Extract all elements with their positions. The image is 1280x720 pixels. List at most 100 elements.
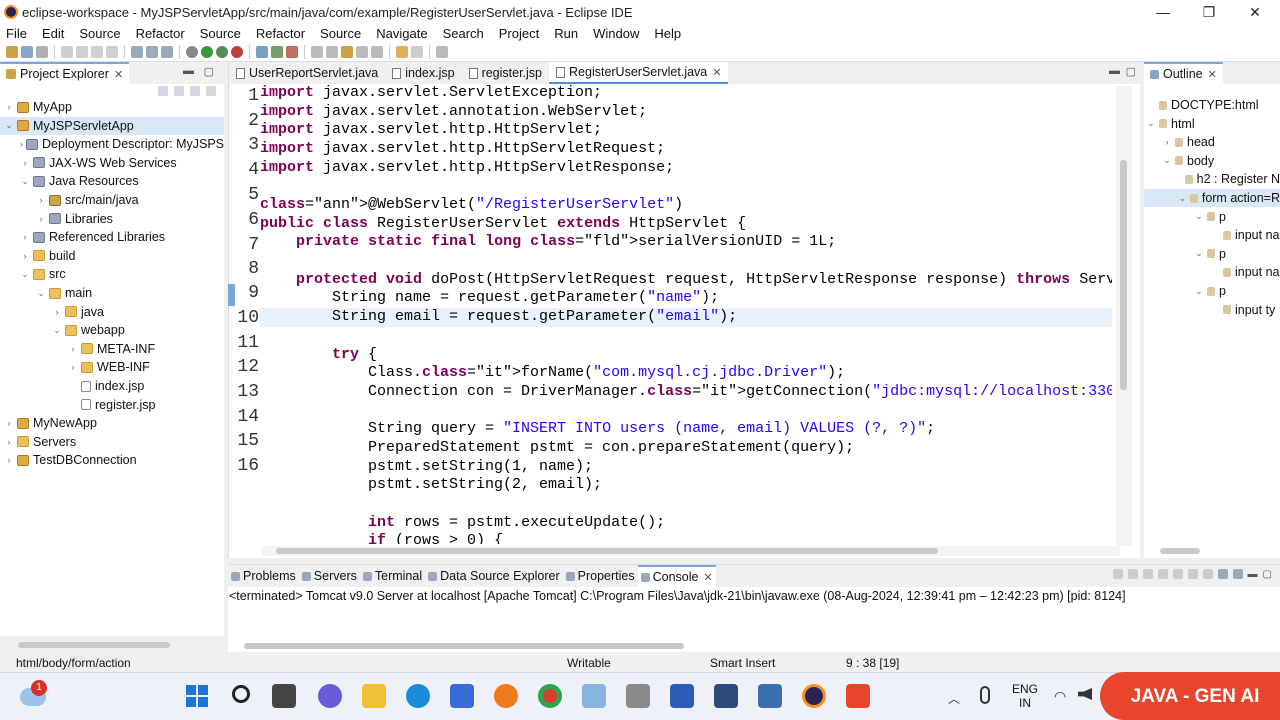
code-editor[interactable]: import javax.servlet.ServletException; im… (0, 0, 1112, 544)
outline-item-label: body (1187, 153, 1215, 168)
code-line[interactable]: import javax.servlet.http.HttpServletRes… (260, 159, 674, 178)
chrome-icon[interactable] (538, 684, 562, 708)
remove-launch-icon[interactable] (1127, 569, 1138, 579)
eclipse-taskbar-icon[interactable] (802, 684, 826, 708)
code-line[interactable]: import javax.servlet.http.HttpServletReq… (260, 140, 665, 159)
code-line[interactable]: pstmt.setString(2, email); (260, 476, 602, 495)
outline-item[interactable]: DOCTYPE:html (1144, 96, 1280, 114)
explorer-hscrollbar[interactable] (18, 642, 170, 648)
code-line[interactable]: public class RegisterUserServlet extends… (260, 215, 746, 234)
code-line[interactable]: import javax.servlet.http.HttpServlet; (260, 121, 602, 140)
restore-button[interactable]: ❐ (1186, 0, 1232, 24)
wifi-icon[interactable]: ◠ (1054, 688, 1066, 705)
teams-chat-icon[interactable] (318, 684, 342, 708)
code-line[interactable]: String email = request.getParameter("ema… (260, 308, 737, 327)
console-hscroll-thumb[interactable] (244, 643, 684, 649)
scroll-lock-icon[interactable] (1172, 569, 1183, 579)
code-line[interactable]: class="ann">@WebServlet("/RegisterUserSe… (260, 196, 683, 215)
twisty-icon[interactable]: › (1162, 137, 1172, 147)
bottom-tab[interactable]: Console ✕ (637, 565, 716, 587)
presentation-icon[interactable] (846, 684, 870, 708)
language-indicator[interactable]: ENG IN (1012, 682, 1038, 710)
twisty-icon[interactable]: ⌄ (1146, 118, 1156, 129)
outline-item-label: head (1187, 135, 1215, 150)
outline-item[interactable]: h2 : Register N (1144, 170, 1280, 188)
outline-item-label: h2 : Register N (1196, 172, 1280, 187)
task-view-icon[interactable] (272, 684, 296, 708)
outline-item[interactable]: ⌄ html (1144, 115, 1280, 133)
terminate-console-icon[interactable] (1112, 569, 1123, 579)
bottom-tab[interactable]: Problems (228, 565, 299, 587)
console-minimize-icon[interactable]: ▬ (1248, 569, 1258, 580)
element-icon (1159, 119, 1167, 129)
search-taskbar-icon[interactable] (232, 685, 250, 703)
console-maximize-icon[interactable]: ▢ (1263, 569, 1272, 580)
view-icon (301, 571, 311, 581)
twisty-icon[interactable]: ⌄ (1194, 248, 1204, 259)
store-icon[interactable] (450, 684, 474, 708)
snipping-tool-icon[interactable] (582, 684, 606, 708)
bottom-tab[interactable]: Terminal (360, 565, 425, 587)
outline-item[interactable]: › head (1144, 133, 1280, 151)
tab-outline[interactable]: Outline ✕ (1144, 62, 1223, 84)
outline-item[interactable]: ⌄ p (1144, 282, 1280, 300)
code-line[interactable]: pstmt.setString(1, name); (260, 458, 593, 477)
code-line[interactable]: Connection con = DriverManager.class="it… (260, 383, 1112, 402)
edge-icon[interactable] (406, 684, 430, 708)
code-line[interactable]: Class.class="it">forName("com.mysql.cj.j… (260, 364, 845, 383)
code-line[interactable]: String name = request.getParameter("name… (260, 289, 719, 308)
word-wrap-icon[interactable] (1187, 569, 1198, 579)
code-line[interactable]: PreparedStatement pstmt = con.prepareSta… (260, 439, 854, 458)
code-line[interactable]: import javax.servlet.ServletException; (260, 84, 602, 103)
file-explorer-icon[interactable] (362, 684, 386, 708)
close-button[interactable]: ✕ (1232, 0, 1278, 24)
outline-item[interactable]: input na (1144, 226, 1280, 244)
code-line[interactable]: import javax.servlet.annotation.WebServl… (260, 103, 647, 122)
twisty-icon[interactable]: ⌄ (1178, 193, 1187, 204)
word-icon[interactable] (670, 684, 694, 708)
editor-hscroll-thumb[interactable] (276, 548, 938, 554)
minimize-button[interactable]: — (1140, 0, 1186, 24)
tray-chevron-icon[interactable]: ︿ (948, 690, 960, 707)
outline-item[interactable]: ⌄ body (1144, 152, 1280, 170)
start-icon[interactable] (186, 685, 208, 707)
outline-item[interactable]: ⌄ p (1144, 245, 1280, 263)
outline-item[interactable]: input ty (1144, 301, 1280, 319)
display-console-icon[interactable] (1217, 569, 1228, 579)
editor-maximize-icon[interactable]: ▢ (1126, 65, 1136, 78)
clear-console-icon[interactable] (1157, 569, 1168, 579)
pin-console-icon[interactable] (1202, 569, 1213, 579)
twisty-icon[interactable]: ⌄ (1194, 286, 1204, 297)
firefox-icon[interactable] (494, 684, 518, 708)
outline-item[interactable]: ⌄ form action=R (1144, 189, 1280, 207)
outline-item[interactable]: ⌄ p (1144, 208, 1280, 226)
calculator-icon[interactable] (626, 684, 650, 708)
outline-item[interactable]: input na (1144, 263, 1280, 281)
element-icon (1223, 230, 1231, 240)
code-line[interactable]: protected void doPost(HttpServletRequest… (260, 271, 1112, 290)
twisty-icon[interactable]: ⌄ (1194, 211, 1204, 222)
console-close-icon[interactable]: ✕ (704, 571, 713, 584)
code-line[interactable]: try { (260, 346, 377, 365)
bottom-tab[interactable]: Data Source Explorer (425, 565, 563, 587)
element-icon (1175, 137, 1183, 147)
status-bar: html/body/form/action Writable Smart Ins… (0, 654, 1280, 672)
code-line[interactable]: if (rows > 0) { (260, 532, 503, 544)
open-console-icon[interactable] (1232, 569, 1243, 579)
code-line[interactable]: String query = "INSERT INTO users (name,… (260, 420, 935, 439)
outline-item-label: p (1219, 246, 1226, 261)
code-line[interactable]: int rows = pstmt.executeUpdate(); (260, 514, 665, 533)
remove-all-icon[interactable] (1142, 569, 1153, 579)
microphone-icon[interactable] (980, 686, 990, 704)
bottom-tab[interactable]: Servers (299, 565, 360, 587)
view-icon (362, 571, 372, 581)
twisty-icon[interactable]: ⌄ (1162, 155, 1172, 166)
bottom-tab[interactable]: Properties (563, 565, 638, 587)
outline-hscroll-thumb[interactable] (1160, 548, 1200, 554)
workbench-icon[interactable] (714, 684, 738, 708)
code-line[interactable]: private static final long class="fld">se… (260, 233, 836, 252)
outline-close-icon[interactable]: ✕ (1208, 68, 1217, 81)
notepad-icon[interactable] (758, 684, 782, 708)
console-toolbar: ▬ ▢ (1112, 569, 1272, 580)
editor-vscroll-thumb[interactable] (1120, 160, 1127, 390)
